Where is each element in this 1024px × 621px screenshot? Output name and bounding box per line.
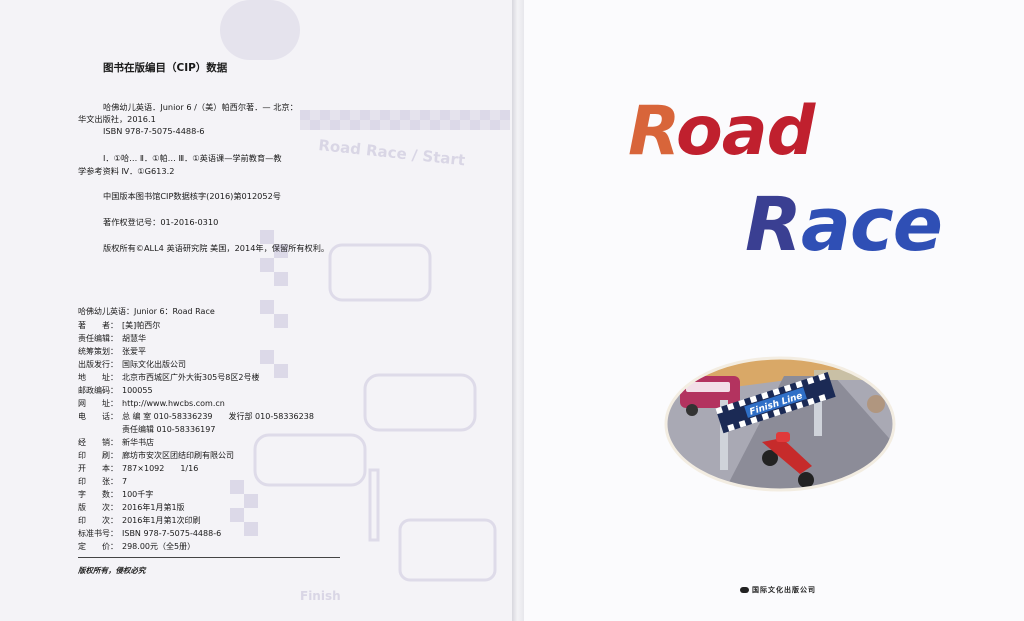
bib-label: 经 销：: [78, 438, 118, 447]
publisher-name: 国际文化出版公司: [752, 586, 816, 594]
cip-line-8: 版权所有©ALL4 英语研究院 美国，2014年，保留所有权利。: [103, 243, 330, 253]
bib-value: 总 编 室 010-58336239 发行部 010-58336238: [122, 412, 314, 421]
bib-row: 印 张： 7: [78, 476, 127, 487]
bib-value: [美]帕西尔: [122, 321, 161, 330]
bib-row: 开 本： 787×1092 1/16: [78, 463, 198, 474]
bib-row: 印 刷： 廊坊市安次区团结印刷有限公司: [78, 450, 234, 461]
bib-value: http://www.hwcbs.com.cn: [122, 399, 225, 408]
watermark-figure: [220, 0, 300, 60]
cip-line-5: 学参考资料 Ⅳ．①G613.2: [78, 166, 175, 176]
cip-heading: 图书在版编目（CIP）数据: [103, 62, 228, 74]
watermark-car: [253, 433, 367, 487]
bib-label: 印 刷：: [78, 451, 118, 460]
finish-line-illustration: Finish Line: [664, 356, 896, 492]
title-race-initial: R: [745, 182, 802, 268]
bib-value: 2016年1月第1次印刷: [122, 516, 201, 525]
bib-row: 责任编辑 010-58336197: [78, 424, 215, 435]
bib-label: 电 话：: [78, 412, 118, 421]
bib-row: 邮政编码： 100055: [78, 385, 153, 396]
bib-row: 责任编辑： 胡慧华: [78, 333, 146, 344]
bib-value: 廊坊市安次区团结印刷有限公司: [122, 451, 234, 460]
bib-row: 定 价： 298.00元（全5册）: [78, 541, 195, 552]
cip-line-7: 著作权登记号：01-2016-0310: [103, 217, 219, 227]
bib-label: 出版发行：: [78, 360, 118, 369]
title-road-initial: R: [628, 92, 677, 171]
watermark-bus: [328, 243, 432, 302]
bib-label: 字 数：: [78, 490, 118, 499]
bib-row: 地 址： 北京市西城区广外大街305号8区2号楼: [78, 372, 259, 383]
bib-value: 787×1092 1/16: [122, 464, 199, 473]
bib-row: 网 址： http://www.hwcbs.com.cn: [78, 398, 225, 409]
bib-row: 经 销： 新华书店: [78, 437, 154, 448]
bib-label: 统筹策划：: [78, 347, 118, 356]
bib-value: 张爱平: [122, 347, 146, 356]
bib-label: 标准书号：: [78, 529, 118, 538]
bib-value: 胡慧华: [122, 334, 146, 343]
cip-line-6: 中国版本图书馆CIP数据核字(2016)第012052号: [103, 191, 281, 201]
bib-label: 版 次：: [78, 503, 118, 512]
bib-label: 责任编辑：: [78, 334, 118, 343]
watermark-van: [363, 373, 477, 432]
title-road: Road: [628, 92, 815, 171]
book-spread: Road Race / Start Finish 图书在版编目（CIP）数据 哈…: [0, 0, 1024, 621]
bib-label: 印 次：: [78, 516, 118, 525]
bib-label: 地 址：: [78, 373, 118, 382]
bib-value: 100千字: [122, 490, 154, 499]
cip-line-3: ISBN 978-7-5075-4488-6: [103, 126, 205, 136]
bib-title: 哈佛幼儿英语：Junior 6：Road Race: [78, 307, 215, 316]
title-race-rest: ace: [800, 182, 943, 268]
bib-label: 邮政编码：: [78, 386, 118, 395]
bib-row: 字 数： 100千字: [78, 489, 153, 500]
footer-rule: [78, 557, 340, 558]
cip-line-1: 哈佛幼儿英语．Junior 6 /（美）帕西尔著．— 北京：: [103, 102, 298, 112]
bib-value: 298.00元（全5册）: [122, 542, 196, 551]
bib-row: 著 者： [美]帕西尔: [78, 320, 160, 331]
watermark-post: [368, 468, 380, 542]
bib-label: 网 址：: [78, 399, 118, 408]
bib-label: 开 本：: [78, 464, 118, 473]
bib-value: ISBN 978-7-5075-4488-6: [122, 529, 222, 538]
watermark-road-race-label: Road Race / Start: [318, 136, 466, 169]
watermark-finish-label: Finish: [300, 589, 341, 603]
bib-row: 版 次： 2016年1月第1版: [78, 502, 185, 513]
bib-label: 印 张：: [78, 477, 118, 486]
bib-value: 100055: [122, 386, 153, 395]
bib-row: 印 次： 2016年1月第1次印刷: [78, 515, 201, 526]
bib-row: 出版发行： 国际文化出版公司: [78, 359, 186, 370]
cip-line-4: Ⅰ．①哈… Ⅱ．①帕… Ⅲ．①英语课—学前教育—教: [103, 153, 282, 163]
cip-line-2: 华文出版社，2016.1: [78, 114, 156, 124]
bib-value: 2016年1月第1版: [122, 503, 185, 512]
bib-row: 统筹策划： 张爱平: [78, 346, 146, 357]
bib-row: 标准书号： ISBN 978-7-5075-4488-6: [78, 528, 221, 539]
publisher-imprint: 国际文化出版公司: [740, 585, 816, 595]
bib-value: 国际文化出版公司: [122, 360, 186, 369]
title-race: Race: [745, 182, 943, 268]
copyright-notice: 版权所有，侵权必究: [78, 566, 146, 575]
hand: [867, 395, 885, 413]
bib-value: 责任编辑 010-58336197: [122, 425, 216, 434]
bib-value: 新华书店: [122, 438, 154, 447]
publisher-logo-icon: [740, 587, 749, 593]
bib-label: 著 者：: [78, 321, 118, 330]
bib-value: 北京市西城区广外大街305号8区2号楼: [122, 373, 260, 382]
bib-row: 电 话： 总 编 室 010-58336239 发行部 010-58336238: [78, 411, 314, 422]
copyright-page: Road Race / Start Finish 图书在版编目（CIP）数据 哈…: [0, 0, 516, 621]
bib-label: 定 价：: [78, 542, 118, 551]
bib-value: 7: [122, 477, 128, 486]
title-road-rest: oad: [675, 92, 815, 171]
watermark-truck: [398, 518, 497, 582]
